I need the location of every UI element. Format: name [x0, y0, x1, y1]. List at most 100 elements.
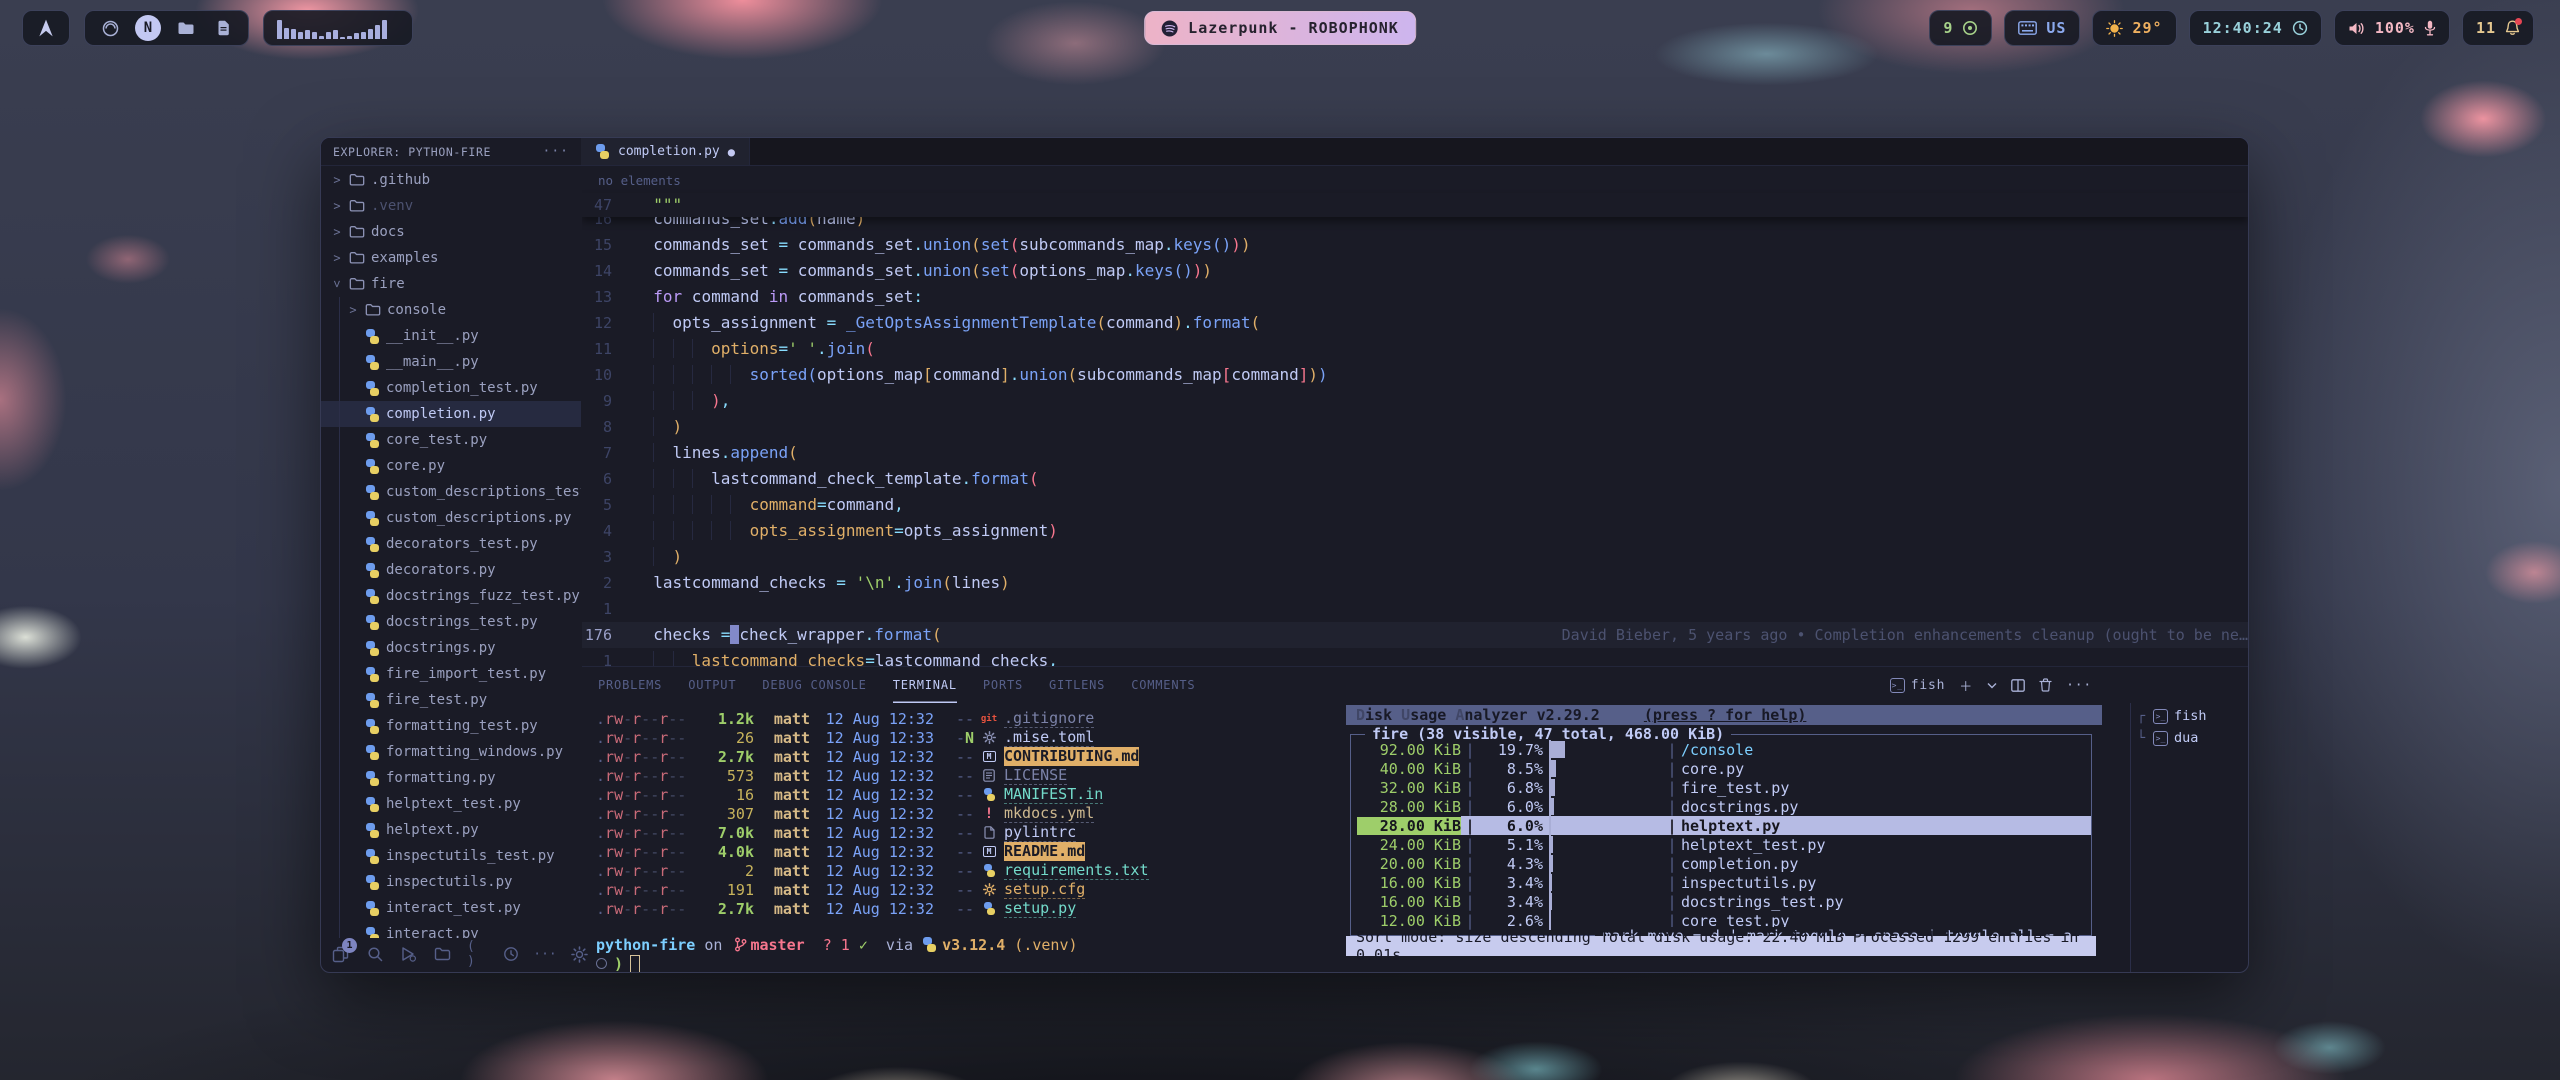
code-line[interactable]: 1 lastcommand_checks=lastcommand_checks, [582, 648, 2248, 666]
active-shell-indicator[interactable]: >_ fish [1890, 678, 1946, 693]
file-name[interactable]: README.md [1004, 842, 1085, 861]
code-line[interactable]: 3 ) [582, 544, 2248, 570]
file-name[interactable]: mkdocs.yml [1004, 804, 1094, 823]
notifications-widget[interactable]: 11 [2462, 10, 2534, 46]
file-tree-item[interactable]: custom_descriptions.py [321, 505, 581, 531]
tab-completion-py[interactable]: completion.py ● [581, 138, 750, 165]
split-terminal-button[interactable] [2011, 679, 2025, 692]
code-line[interactable]: 9 ), [582, 388, 2248, 414]
file-tree-item[interactable]: >.github [321, 167, 581, 193]
file-tree-item[interactable]: formatting.py [321, 765, 581, 791]
terminal-dropdown-chevron[interactable] [1987, 682, 1997, 689]
breadcrumb[interactable]: no elements [582, 167, 2248, 193]
file-tree-item[interactable]: helptext_test.py [321, 791, 581, 817]
file-tree-item[interactable]: >examples [321, 245, 581, 271]
file-name[interactable]: setup.py [1004, 899, 1076, 918]
search-icon[interactable] [365, 944, 384, 964]
workspace-file[interactable] [211, 16, 235, 40]
panel-more-button[interactable]: ··· [2066, 678, 2092, 693]
file-tree-item[interactable]: fire_test.py [321, 687, 581, 713]
file-tree-item[interactable]: docstrings_test.py [321, 609, 581, 635]
panel-tab-problems[interactable]: PROBLEMS [598, 667, 662, 703]
dua-row[interactable]: 92.00 KiB|19.7%|/console [1357, 740, 2091, 759]
terminal-dua[interactable]: Disk Usage Analyzer v2.29.2 (press ? for… [1346, 703, 2102, 972]
panel-tab-ports[interactable]: PORTS [983, 667, 1023, 703]
code-line[interactable]: 4 opts_assignment=opts_assignment) [582, 518, 2248, 544]
audio-widget[interactable]: 100% [2334, 10, 2450, 46]
file-name[interactable]: MANIFEST.in [1004, 785, 1103, 804]
weather-widget[interactable]: 29° [2092, 10, 2176, 46]
dua-row[interactable]: 20.00 KiB|4.3%|completion.py [1357, 854, 2091, 873]
file-tree-item[interactable]: docstrings.py [321, 635, 581, 661]
file-tree-item[interactable]: docstrings_fuzz_test.py [321, 583, 581, 609]
panel-tab-terminal[interactable]: TERMINAL [893, 667, 957, 703]
file-tree-item[interactable]: fire_import_test.py [321, 661, 581, 687]
file-tree-item[interactable]: >docs [321, 219, 581, 245]
code-line[interactable]: 11 options=' '.join( [582, 336, 2248, 362]
clock-widget[interactable]: 12:40:24 [2189, 10, 2322, 46]
keyboard-layout-widget[interactable]: US [2004, 10, 2080, 46]
file-tree-item[interactable]: custom_descriptions_test.… [321, 479, 581, 505]
new-terminal-button[interactable]: ＋ [1959, 676, 1973, 695]
file-name[interactable]: .gitignore [1004, 709, 1094, 728]
workspace-disc[interactable] [98, 16, 122, 40]
code-line[interactable]: 5 command=command, [582, 492, 2248, 518]
dua-row[interactable]: 28.00 KiB|6.0%|docstrings.py [1357, 797, 2091, 816]
run-debug-icon[interactable] [399, 944, 418, 964]
file-tree-item[interactable]: inspectutils_test.py [321, 843, 581, 869]
timeline-clock-icon[interactable] [501, 944, 520, 964]
file-name[interactable]: LICENSE [1004, 766, 1067, 785]
code-editor[interactable]: no elements 47 """ 16 commands_set.add(n… [582, 167, 2248, 666]
file-tree-item[interactable]: inspectutils.py [321, 869, 581, 895]
workspace-n-active[interactable]: N [135, 15, 161, 41]
file-name[interactable]: pylintrc [1004, 823, 1076, 842]
file-tree-item[interactable]: __init__.py [321, 323, 581, 349]
dua-row[interactable]: 16.00 KiB|3.4%|inspectutils.py [1357, 873, 2091, 892]
dua-row[interactable]: 16.00 KiB|3.4%|docstrings_test.py [1357, 892, 2091, 911]
dua-row[interactable]: 24.00 KiB|5.1%|helptext_test.py [1357, 835, 2091, 854]
code-line[interactable]: 1 [582, 596, 2248, 622]
workspace-folder[interactable] [174, 16, 198, 40]
code-line[interactable]: 6 lastcommand_check_template.format( [582, 466, 2248, 492]
file-tree-item[interactable]: interact.py [321, 921, 581, 938]
brackets-icon[interactable]: ( ) [467, 944, 486, 964]
file-tree-item[interactable]: formatting_test.py [321, 713, 581, 739]
file-name[interactable]: setup.cfg [1004, 880, 1085, 899]
code-line[interactable]: 7 lines.append( [582, 440, 2248, 466]
shell-input-line[interactable]: ) [596, 954, 1342, 973]
file-name[interactable]: CONTRIBUTING.md [1004, 747, 1139, 766]
dua-row-selected[interactable]: 28.00 KiB|6.0%|helptext.py [1357, 816, 2091, 835]
file-tree-item[interactable]: core.py [321, 453, 581, 479]
file-tree-item[interactable]: interact_test.py [321, 895, 581, 921]
dua-row[interactable]: 32.00 KiB|6.8%|fire_test.py [1357, 778, 2091, 797]
file-tree-item[interactable]: decorators_test.py [321, 531, 581, 557]
kill-terminal-button[interactable] [2039, 678, 2052, 692]
file-tree-item[interactable]: >console [321, 297, 581, 323]
file-tree-item[interactable]: completion_test.py [321, 375, 581, 401]
file-tree-item[interactable]: >.venv [321, 193, 581, 219]
code-line[interactable]: 8 ) [582, 414, 2248, 440]
file-name[interactable]: .mise.toml [1004, 728, 1094, 747]
dua-row[interactable]: 40.00 KiB|8.5%|core.py [1357, 759, 2091, 778]
panel-tab-output[interactable]: OUTPUT [688, 667, 736, 703]
file-tree-item[interactable]: decorators.py [321, 557, 581, 583]
system-graph-widget[interactable] [263, 10, 413, 46]
more-actions-icon[interactable]: ··· [535, 944, 555, 964]
file-tree-item[interactable]: completion.py [321, 401, 581, 427]
terminal-session-fish[interactable]: ┌>_fish [2137, 705, 2248, 727]
panel-tab-comments[interactable]: COMMENTS [1131, 667, 1195, 703]
updates-widget[interactable]: 9 [1929, 10, 1992, 46]
code-line[interactable]: 14 commands_set = commands_set.union(set… [582, 258, 2248, 284]
file-tree-item[interactable]: >fire [321, 271, 581, 297]
source-control-folder-icon[interactable] [433, 944, 452, 964]
explorer-files-icon[interactable]: 1 [331, 944, 350, 964]
code-line[interactable]: 2 lastcommand_checks = '\n'.join(lines) [582, 570, 2248, 596]
code-line[interactable]: 16 commands_set.add(name) [582, 217, 2248, 232]
explorer-menu-button[interactable]: ··· [543, 144, 569, 159]
media-player-widget[interactable]: Lazerpunk - ROBOPHONK [1144, 11, 1416, 45]
panel-tab-gitlens[interactable]: GITLENS [1049, 667, 1105, 703]
file-tree-item[interactable]: formatting_windows.py [321, 739, 581, 765]
terminal-session-dua[interactable]: └>_dua [2137, 727, 2248, 749]
file-tree-item[interactable]: __main__.py [321, 349, 581, 375]
code-line[interactable]: 13 for command in commands_set: [582, 284, 2248, 310]
